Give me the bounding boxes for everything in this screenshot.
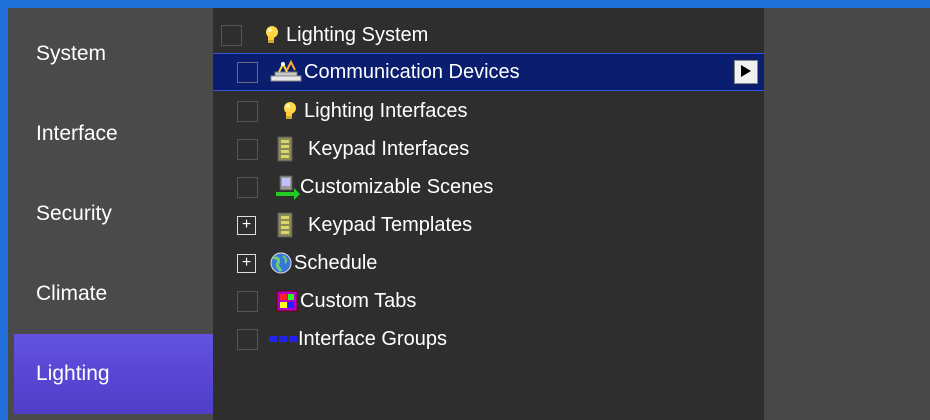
expand-toggle[interactable]: +: [237, 215, 256, 235]
tree-item-interface-groups[interactable]: Interface Groups: [213, 320, 764, 358]
window-left-border: [0, 0, 8, 420]
keypad-icon: [274, 136, 296, 162]
lighting-tree-panel: Lighting System Communication Devices Li…: [213, 8, 764, 420]
plus-icon: +: [241, 254, 252, 271]
tree-item-keypad-templates[interactable]: + Keypad Templates: [213, 206, 764, 244]
play-button[interactable]: [734, 60, 758, 84]
tree-item-custom-tabs[interactable]: Custom Tabs: [213, 282, 764, 320]
tree-checkbox[interactable]: [221, 24, 242, 46]
tree-item-label: Interface Groups: [298, 327, 447, 350]
keypad-icon: [274, 212, 296, 238]
sidebar-item-climate[interactable]: Climate: [14, 254, 213, 334]
tree-item-label: Lighting System: [286, 23, 429, 46]
tree-checkbox[interactable]: [237, 138, 258, 160]
lighting-config-window: System Interface Security Climate Lighti…: [0, 0, 930, 420]
tree-item-lighting-interfaces[interactable]: Lighting Interfaces: [213, 92, 764, 130]
tree-item-label: Keypad Interfaces: [308, 137, 470, 160]
tree-checkbox[interactable]: [237, 176, 258, 198]
scene-icon: [274, 174, 300, 200]
detail-panel: [764, 8, 930, 420]
custom-tabs-icon: [274, 288, 300, 314]
sidebar-item-label: Interface: [36, 122, 118, 145]
communication-device-icon: [264, 59, 304, 85]
tree-item-communication-devices[interactable]: Communication Devices: [213, 53, 764, 91]
light-bulb-icon: [260, 22, 282, 48]
tree-item-label: Keypad Templates: [308, 213, 473, 236]
light-bulb-icon: [278, 98, 300, 124]
sidebar-item-label: Security: [36, 202, 112, 225]
plus-icon: +: [241, 216, 252, 233]
tree-root-lighting-system[interactable]: Lighting System: [213, 16, 764, 54]
play-icon: [740, 61, 752, 84]
tree-item-label: Customizable Scenes: [300, 175, 494, 198]
tree-item-schedule[interactable]: + Schedule: [213, 244, 764, 282]
tree-checkbox[interactable]: [237, 290, 258, 312]
tree-item-keypad-interfaces[interactable]: Keypad Interfaces: [213, 130, 764, 168]
interface-groups-icon: [268, 326, 298, 352]
tree-checkbox[interactable]: [237, 328, 258, 350]
tree-checkbox[interactable]: [237, 100, 258, 122]
tree-item-label: Lighting Interfaces: [304, 99, 468, 122]
category-sidebar: System Interface Security Climate Lighti…: [8, 8, 213, 420]
globe-icon: [268, 250, 294, 276]
tree-checkbox[interactable]: [237, 61, 258, 83]
sidebar-item-label: Climate: [36, 282, 108, 305]
sidebar-item-interface[interactable]: Interface: [14, 94, 213, 174]
sidebar-item-label: Lighting: [36, 362, 110, 385]
tree-item-customizable-scenes[interactable]: Customizable Scenes: [213, 168, 764, 206]
window-top-border: [0, 0, 930, 8]
sidebar-item-security[interactable]: Security: [14, 174, 213, 254]
expand-toggle[interactable]: +: [237, 253, 256, 273]
sidebar-item-system[interactable]: System: [14, 14, 213, 94]
tree-item-label: Custom Tabs: [300, 289, 417, 312]
tree-item-label: Communication Devices: [304, 60, 520, 83]
sidebar-item-lighting[interactable]: Lighting: [14, 334, 213, 414]
sidebar-item-label: System: [36, 42, 107, 65]
tree-item-label: Schedule: [294, 251, 378, 274]
